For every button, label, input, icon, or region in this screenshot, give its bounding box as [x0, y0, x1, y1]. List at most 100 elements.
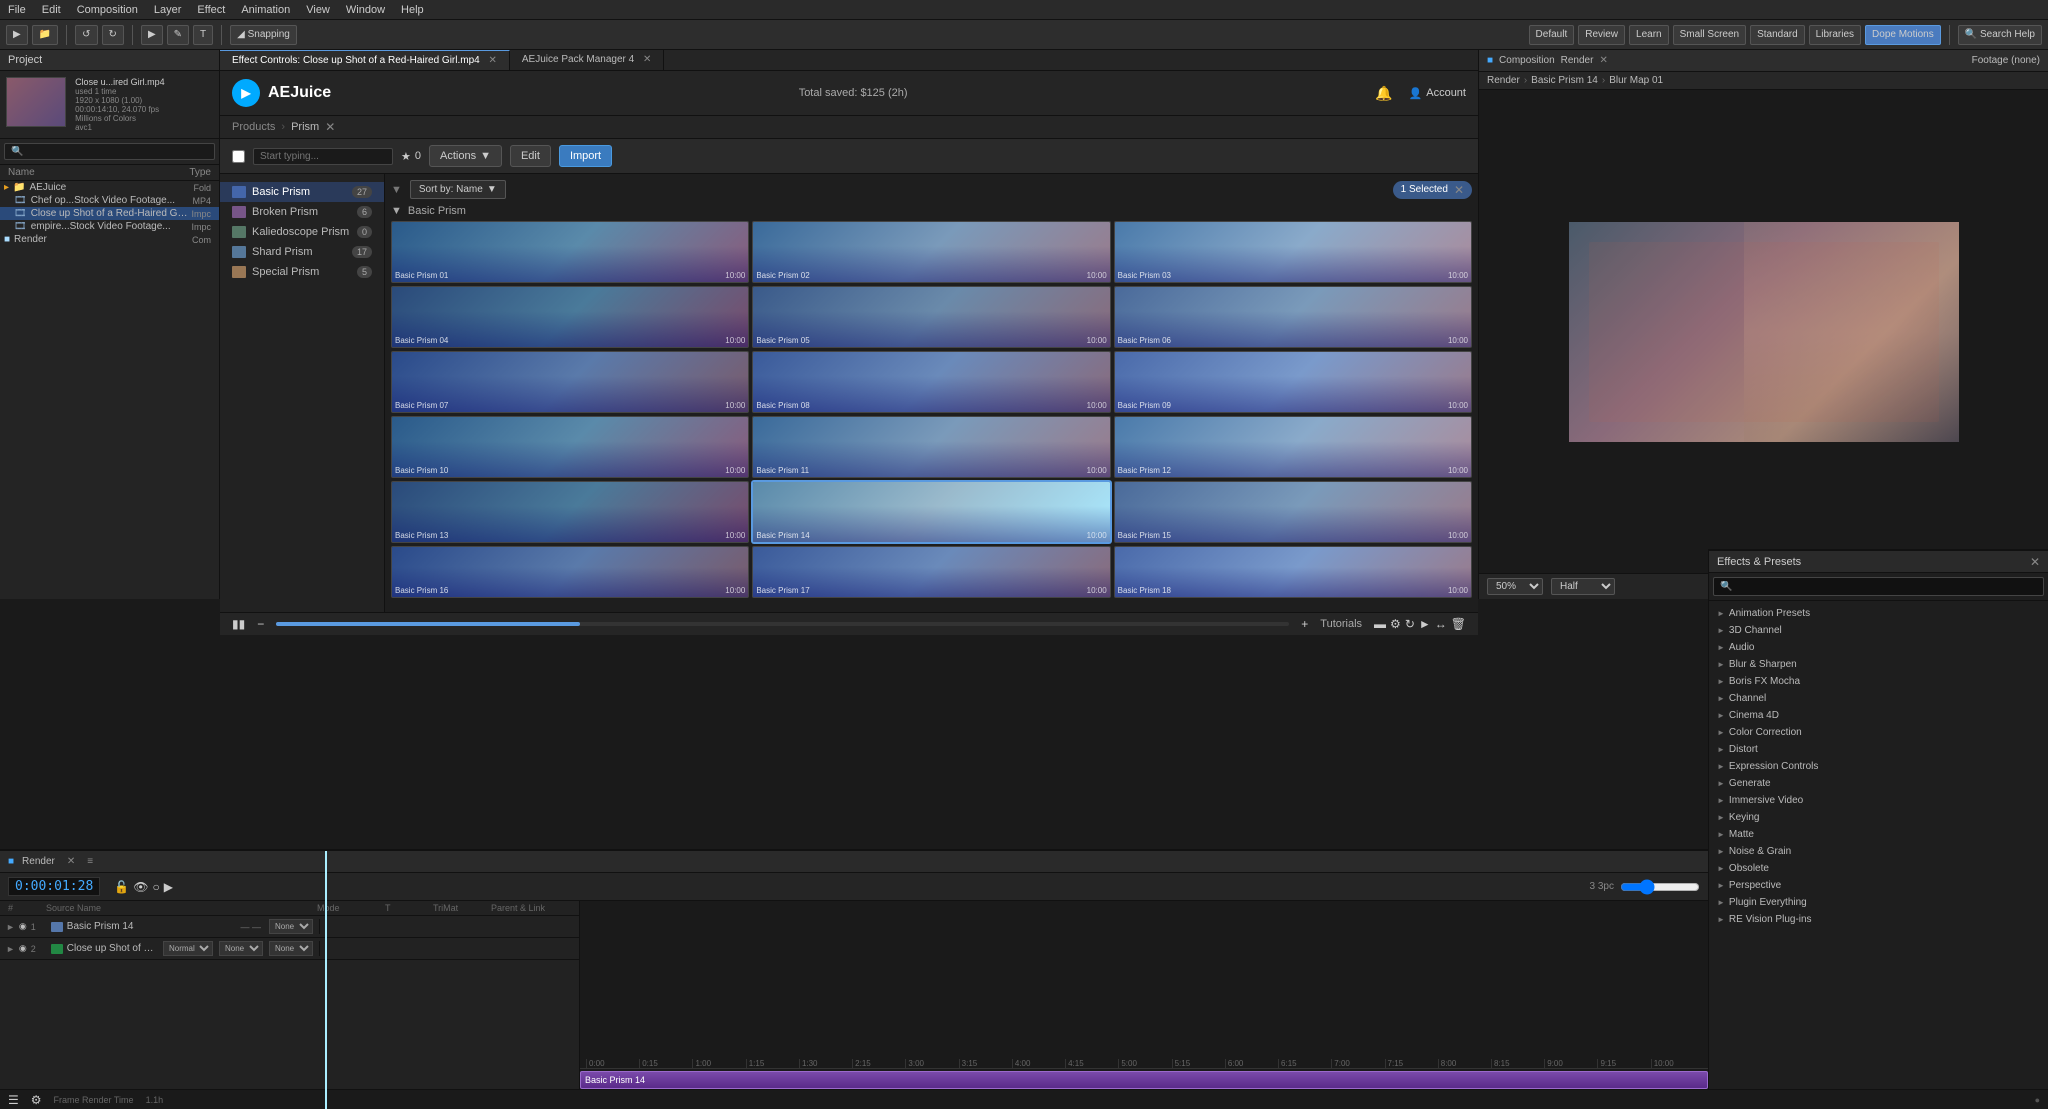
effect-cat-animation[interactable]: ► Animation Presets — [1709, 605, 2048, 622]
sort-dropdown[interactable]: Sort by: Name ▼ — [410, 180, 506, 199]
thumb-basic-prism-10[interactable]: Basic Prism 10 10:00 — [391, 416, 749, 478]
toolbar-text[interactable]: T — [193, 25, 213, 45]
list-item[interactable]: 🎞 Chef op...Stock Video Footage... MP4 — [0, 194, 219, 207]
close-tab-icon[interactable]: ✕ — [489, 55, 497, 66]
nav-products[interactable]: Products — [232, 121, 275, 133]
comp-close-icon[interactable]: ✕ — [1599, 55, 1607, 66]
footage-tab[interactable]: Footage (none) — [1972, 55, 2040, 66]
workspace-small-screen[interactable]: Small Screen — [1673, 25, 1746, 45]
thumb-basic-prism-13[interactable]: Basic Prism 13 10:00 — [391, 481, 749, 543]
list-item[interactable]: 🎞 empire...Stock Video Footage... Impc — [0, 220, 219, 233]
thumb-basic-prism-06[interactable]: Basic Prism 06 10:00 — [1114, 286, 1472, 348]
zoom-dropdown[interactable]: 50% 100% 25% — [1487, 578, 1543, 595]
menu-view[interactable]: View — [306, 4, 330, 16]
workspace-review[interactable]: Review — [1578, 25, 1625, 45]
toolbar-open[interactable]: 📁 — [32, 25, 58, 45]
workspace-standard[interactable]: Standard — [1750, 25, 1805, 45]
status-home-icon[interactable]: ☰ — [8, 1093, 19, 1107]
menu-layer[interactable]: Layer — [154, 4, 182, 16]
list-item[interactable]: ▸ 📁 AEJuice Fold — [0, 181, 219, 194]
effect-cat-distort[interactable]: ► Distort — [1709, 741, 2048, 758]
workspace-learn[interactable]: Learn — [1629, 25, 1669, 45]
import-button[interactable]: Import — [559, 145, 612, 167]
menu-file[interactable]: File — [8, 4, 26, 16]
toolbar-new[interactable]: ▶ — [6, 25, 28, 45]
effect-cat-3d[interactable]: ► 3D Channel — [1709, 622, 2048, 639]
effect-cat-generate[interactable]: ► Generate — [1709, 775, 2048, 792]
thumb-basic-prism-17[interactable]: Basic Prism 17 10:00 — [752, 546, 1110, 598]
grid-view-button[interactable]: ▬ — [1374, 617, 1386, 631]
breadcrumb-basic-prism[interactable]: Basic Prism 14 — [1531, 75, 1598, 86]
effect-cat-obsolete[interactable]: ► Obsolete — [1709, 860, 2048, 877]
effect-cat-boris[interactable]: ► Boris FX Mocha — [1709, 673, 2048, 690]
select-all-checkbox[interactable] — [232, 150, 245, 163]
thumb-basic-prism-18[interactable]: Basic Prism 18 10:00 — [1114, 546, 1472, 598]
toolbar-snapping[interactable]: ◢ Snapping — [230, 25, 297, 45]
track-eye-2[interactable]: ◉ — [19, 943, 27, 954]
track-toggle-2[interactable]: ► — [6, 944, 15, 954]
timeline-play-icon[interactable]: ▶ — [164, 880, 173, 894]
effects-close-button[interactable]: ✕ — [2030, 555, 2040, 569]
project-search-input[interactable] — [4, 143, 215, 160]
clear-selection-button[interactable]: ✕ — [1454, 183, 1464, 197]
list-item[interactable]: ■ Render Com — [0, 233, 219, 246]
quality-dropdown[interactable]: Half Full Quarter — [1551, 578, 1615, 595]
sidebar-item-kaleidoscope[interactable]: Kaliedoscope Prism 0 — [220, 222, 384, 242]
tab-aejuice[interactable]: AEJuice Pack Manager 4 ✕ — [510, 50, 664, 70]
list-item[interactable]: 🎞 Close up Shot of a Red-Haired Girl.mp4… — [0, 207, 219, 220]
toolbar-undo[interactable]: ↺ — [75, 25, 97, 45]
thumb-basic-prism-12[interactable]: Basic Prism 12 10:00 — [1114, 416, 1472, 478]
effect-cat-perspective[interactable]: ► Perspective — [1709, 877, 2048, 894]
track-parent-dropdown-2[interactable]: None — [269, 941, 313, 956]
thumb-basic-prism-09[interactable]: Basic Prism 09 10:00 — [1114, 351, 1472, 413]
workspace-dope-motions[interactable]: Dope Motions — [1865, 25, 1941, 45]
sidebar-item-broken-prism[interactable]: Broken Prism 6 — [220, 202, 384, 222]
preview-progress[interactable] — [276, 622, 1289, 626]
thumb-basic-prism-07[interactable]: Basic Prism 07 10:00 — [391, 351, 749, 413]
timeline-solo-icon[interactable]: ○ — [152, 880, 159, 894]
effect-cat-cinema4d[interactable]: ► Cinema 4D — [1709, 707, 2048, 724]
section-arrow[interactable]: ▼ — [391, 205, 402, 217]
menu-effect[interactable]: Effect — [197, 4, 225, 16]
workspace-default[interactable]: Default — [1529, 25, 1575, 45]
collapse-arrow[interactable]: ▼ — [391, 184, 402, 196]
toolbar-pen[interactable]: ✎ — [167, 25, 189, 45]
close-nav-button[interactable]: ✕ — [325, 120, 335, 134]
bell-icon[interactable]: 🔔 — [1375, 85, 1392, 102]
sidebar-item-basic-prism[interactable]: Basic Prism 27 — [220, 182, 384, 202]
share-button[interactable]: ► — [1419, 617, 1431, 631]
effect-cat-immersive[interactable]: ► Immersive Video — [1709, 792, 2048, 809]
timeline-options[interactable]: ≡ — [87, 856, 93, 867]
play-pause-button[interactable]: ▮▮ — [232, 617, 245, 631]
tab-effect-controls[interactable]: Effect Controls: Close up Shot of a Red-… — [220, 50, 510, 70]
effect-cat-revision[interactable]: ► RE Vision Plug-ins — [1709, 911, 2048, 928]
breadcrumb-blur-map[interactable]: Blur Map 01 — [1609, 75, 1663, 86]
timeline-eye-icon[interactable]: 👁 — [133, 880, 148, 894]
effect-cat-noise[interactable]: ► Noise & Grain — [1709, 843, 2048, 860]
menu-edit[interactable]: Edit — [42, 4, 61, 16]
effect-cat-plugin-everything[interactable]: ► Plugin Everything — [1709, 894, 2048, 911]
menu-animation[interactable]: Animation — [241, 4, 290, 16]
thumb-basic-prism-01[interactable]: Basic Prism 01 10:00 — [391, 221, 749, 283]
account-button[interactable]: 👤 Account — [1409, 87, 1466, 100]
track-matte-dropdown-2[interactable]: None — [219, 941, 263, 956]
thumb-basic-prism-16[interactable]: Basic Prism 16 10:00 — [391, 546, 749, 598]
toolbar-redo[interactable]: ↻ — [102, 25, 124, 45]
timeline-close[interactable]: ✕ — [67, 856, 75, 867]
track-toggle-1[interactable]: ► — [6, 922, 15, 932]
status-settings-icon[interactable]: ⚙ — [31, 1093, 42, 1107]
effect-cat-color[interactable]: ► Color Correction — [1709, 724, 2048, 741]
thumb-basic-prism-11[interactable]: Basic Prism 11 10:00 — [752, 416, 1110, 478]
options-button[interactable]: ⚙ — [1390, 617, 1401, 631]
filter-input[interactable] — [253, 148, 393, 165]
sidebar-item-shard-prism[interactable]: Shard Prism 17 — [220, 242, 384, 262]
next-button[interactable]: + — [1301, 617, 1308, 631]
effect-cat-blur[interactable]: ► Blur & Sharpen — [1709, 656, 2048, 673]
thumb-basic-prism-15[interactable]: Basic Prism 15 10:00 — [1114, 481, 1472, 543]
effect-cat-expression[interactable]: ► Expression Controls — [1709, 758, 2048, 775]
menu-window[interactable]: Window — [346, 4, 385, 16]
sidebar-item-special-prism[interactable]: Special Prism 5 — [220, 262, 384, 282]
clip-basic-prism-14[interactable]: Basic Prism 14 — [580, 1071, 1708, 1089]
actions-button[interactable]: Actions ▼ — [429, 145, 502, 167]
sync-button[interactable]: ↔ — [1435, 617, 1447, 631]
